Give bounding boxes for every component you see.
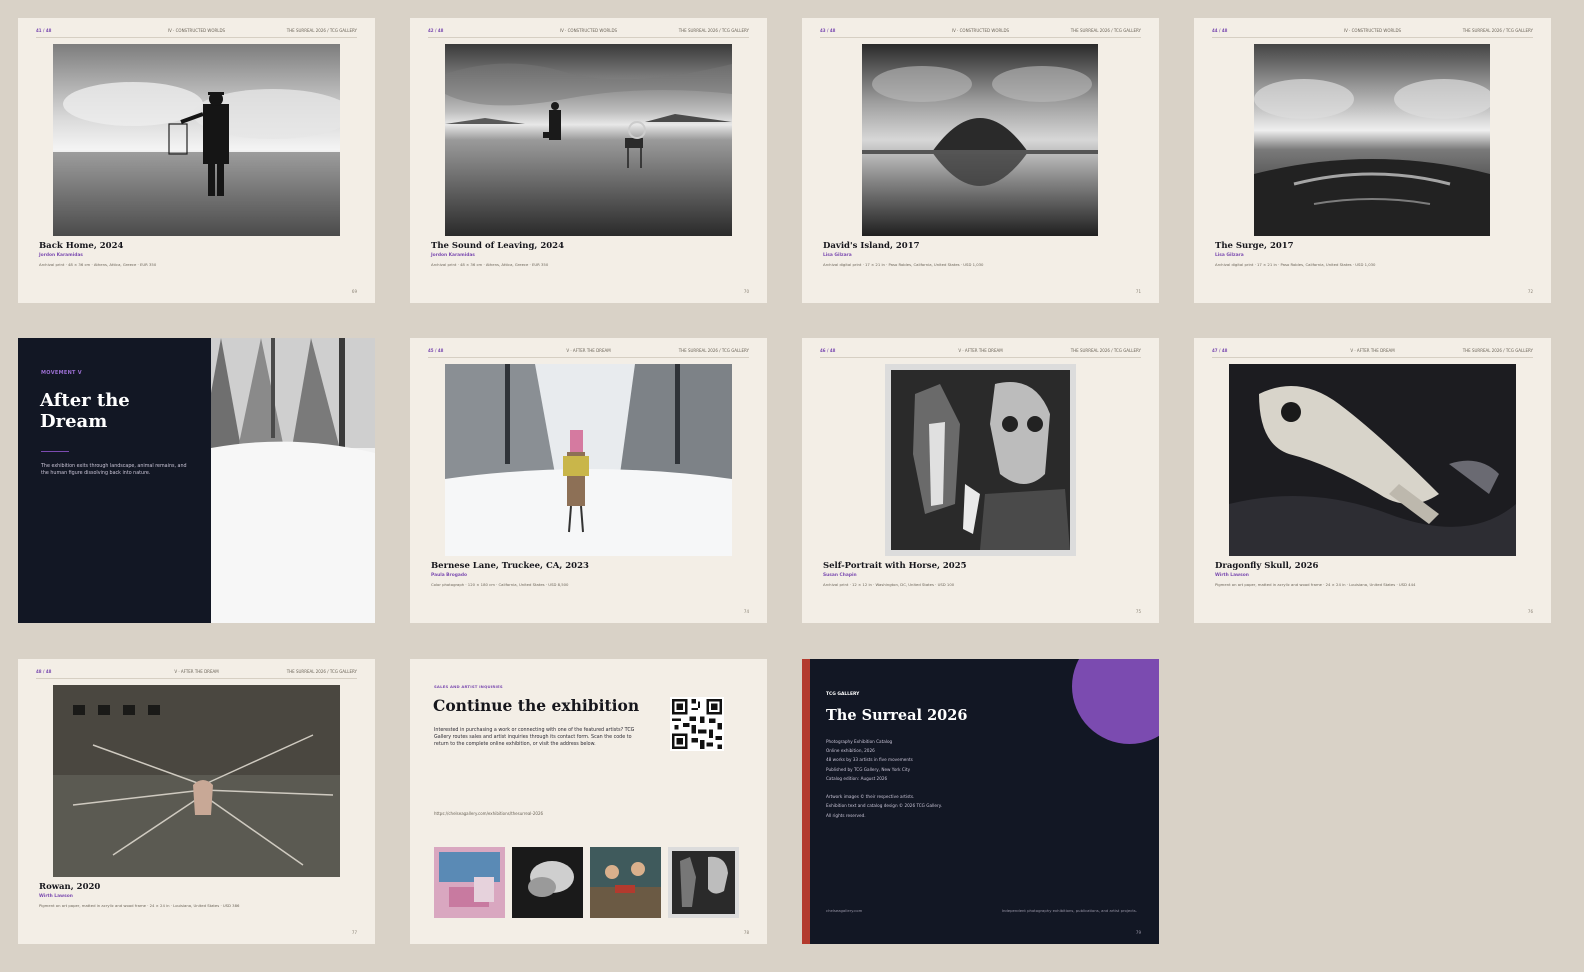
brand-label: THE SURREAL 2026 / TCG GALLERY [678, 28, 749, 33]
brand-label: THE SURREAL 2026 / TCG GALLERY [286, 28, 357, 33]
artwork-title: Back Home, 2024 [39, 241, 124, 251]
accent-rule [41, 451, 69, 453]
catalog-page: 48 / 48 V · AFTER THE DREAM THE SURREAL … [18, 659, 375, 944]
artwork-image[interactable] [445, 44, 732, 236]
artwork-title: The Sound of Leaving, 2024 [431, 241, 564, 251]
colophon-line: Photography Exhibition Catalog [826, 739, 893, 744]
tagline: Independent photography exhibitions, pub… [1001, 908, 1137, 913]
movement-title: After the Dream [40, 390, 130, 432]
website-link[interactable]: chelseagallery.com [826, 908, 862, 913]
catalog-page: 43 / 48 IV · CONSTRUCTED WORLDS THE SURR… [802, 18, 1159, 303]
brand-label: THE SURREAL 2026 / TCG GALLERY [1070, 348, 1141, 353]
artwork-image[interactable] [53, 685, 340, 877]
thumbnail-image[interactable] [668, 847, 739, 918]
movement-label: MOVEMENT V [41, 370, 82, 376]
page-header: 46 / 48 V · AFTER THE DREAM THE SURREAL … [820, 348, 1141, 358]
artwork-details: Archival print · 48 × 36 cm · Athens, At… [431, 262, 549, 267]
page-header: 47 / 48 V · AFTER THE DREAM THE SURREAL … [1212, 348, 1533, 358]
artwork-title: Bernese Lane, Truckee, CA, 2023 [431, 561, 589, 571]
publisher-label: TCG GALLERY [826, 692, 860, 697]
page-header: 44 / 48 IV · CONSTRUCTED WORLDS THE SURR… [1212, 28, 1533, 38]
page-header: 41 / 48 IV · CONSTRUCTED WORLDS THE SURR… [36, 28, 357, 38]
movement-description: The exhibition exits through landscape, … [41, 464, 187, 476]
page-number: 77 [351, 930, 357, 935]
artwork-title: David's Island, 2017 [823, 241, 920, 251]
artwork-details: Archival digital print · 17 × 21 in · Pa… [823, 262, 984, 267]
artwork-image[interactable] [862, 44, 1098, 236]
artwork-title: Self-Portrait with Horse, 2025 [823, 561, 967, 571]
colophon-line: Online exhibition, 2026 [826, 748, 875, 754]
artist-name[interactable]: Lisa Gilzara [823, 253, 852, 258]
artist-name[interactable]: Lisa Gilzara [1215, 253, 1244, 258]
brand-label: THE SURREAL 2026 / TCG GALLERY [1462, 348, 1533, 353]
page-number: 71 [1135, 289, 1141, 294]
section-label: SALES AND ARTIST INQUIRIES [434, 684, 503, 689]
contact-page: SALES AND ARTIST INQUIRIES Continue the … [410, 659, 767, 944]
artist-name[interactable]: Jordon Karamidas [39, 253, 83, 258]
artwork-image[interactable] [1254, 44, 1490, 236]
exhibition-link[interactable]: https://chelseagallery.com/exhibitions/t… [434, 811, 543, 816]
catalog-page: 44 / 48 IV · CONSTRUCTED WORLDS THE SURR… [1194, 18, 1551, 303]
colophon-line: Artwork images © their respective artist… [826, 794, 915, 800]
page-number: 74 [743, 609, 749, 614]
artist-name[interactable]: Susan Chapin [823, 573, 857, 578]
colophon-line: All rights reserved. [826, 812, 866, 818]
page-number: 76 [1527, 609, 1533, 614]
catalog-page: 47 / 48 V · AFTER THE DREAM THE SURREAL … [1194, 338, 1551, 623]
artwork-image[interactable] [53, 44, 340, 236]
accent-bar [802, 659, 810, 944]
artwork-title: The Surge, 2017 [1215, 241, 1294, 251]
catalog-page: 41 / 48 IV · CONSTRUCTED WORLDS THE SURR… [18, 18, 375, 303]
thumbnail-image[interactable] [590, 847, 661, 918]
thumbnail-image[interactable] [512, 847, 583, 918]
page-number: 79 [1135, 930, 1141, 935]
page-number: 75 [1135, 609, 1141, 614]
brand-label: THE SURREAL 2026 / TCG GALLERY [286, 669, 357, 674]
artist-name[interactable]: Wirth Lawson [1215, 573, 1249, 578]
page-number: 78 [743, 930, 749, 935]
artist-name[interactable]: Jordon Karamidas [431, 253, 475, 258]
brand-label: THE SURREAL 2026 / TCG GALLERY [678, 348, 749, 353]
page-number: 70 [743, 289, 749, 294]
page-header: 42 / 48 IV · CONSTRUCTED WORLDS THE SURR… [428, 28, 749, 38]
page-number: 72 [1527, 289, 1533, 294]
artwork-details: Pigment on art paper, matted in acrylic … [39, 903, 240, 908]
catalog-page: 42 / 48 IV · CONSTRUCTED WORLDS THE SURR… [410, 18, 767, 303]
colophon-spacer [826, 783, 942, 792]
page-title: Continue the exhibition [433, 696, 640, 715]
colophon-line: Catalog edition: August 2026 [826, 775, 888, 781]
artwork-image[interactable] [445, 364, 732, 556]
colophon-line: 48 works by 33 artists in five movements [826, 757, 913, 763]
contact-body: Interested in purchasing a work or conne… [434, 728, 635, 748]
page-header: 45 / 48 V · AFTER THE DREAM THE SURREAL … [428, 348, 749, 358]
colophon-page: TCG GALLERY The Surreal 2026 Photography… [802, 659, 1159, 944]
artwork-title: Dragonfly Skull, 2026 [1215, 561, 1319, 571]
catalog-page: 45 / 48 V · AFTER THE DREAM THE SURREAL … [410, 338, 767, 623]
catalog-page: 46 / 48 V · AFTER THE DREAM THE SURREAL … [802, 338, 1159, 623]
brand-label: THE SURREAL 2026 / TCG GALLERY [1070, 28, 1141, 33]
colophon-text: Photography Exhibition Catalog Online ex… [826, 737, 942, 820]
movement-image [211, 338, 375, 623]
artist-name[interactable]: Paula Brogado [431, 573, 467, 578]
artwork-details: Archival print · 12 × 12 in · Washington… [823, 582, 955, 587]
artwork-details: Color photograph · 120 × 180 cm · Califo… [431, 582, 569, 587]
colophon-line: Published by TCG Gallery, New York City [826, 766, 911, 772]
page-header: 43 / 48 IV · CONSTRUCTED WORLDS THE SURR… [820, 28, 1141, 38]
artwork-details: Archival print · 48 × 36 cm · Athens, At… [39, 262, 157, 267]
movement-divider-page: MOVEMENT V After the Dream The exhibitio… [18, 338, 375, 623]
artwork-image[interactable] [885, 364, 1076, 556]
catalog-title: The Surreal 2026 [826, 707, 968, 724]
brand-label: THE SURREAL 2026 / TCG GALLERY [1462, 28, 1533, 33]
artwork-details: Archival digital print · 17 × 21 in · Pa… [1215, 262, 1376, 267]
colophon-line: Exhibition text and catalog design © 202… [826, 803, 942, 809]
thumbnail-image[interactable] [434, 847, 505, 918]
page-number: 69 [351, 289, 357, 294]
artwork-image[interactable] [1229, 364, 1516, 556]
artwork-title: Rowan, 2020 [39, 882, 101, 892]
page-header: 48 / 48 V · AFTER THE DREAM THE SURREAL … [36, 669, 357, 679]
qr-code[interactable] [670, 697, 724, 751]
artwork-details: Pigment on art paper, matted in acrylic … [1215, 582, 1416, 587]
artist-name[interactable]: Wirth Lawson [39, 894, 73, 899]
movement-panel: MOVEMENT V After the Dream The exhibitio… [18, 338, 211, 623]
